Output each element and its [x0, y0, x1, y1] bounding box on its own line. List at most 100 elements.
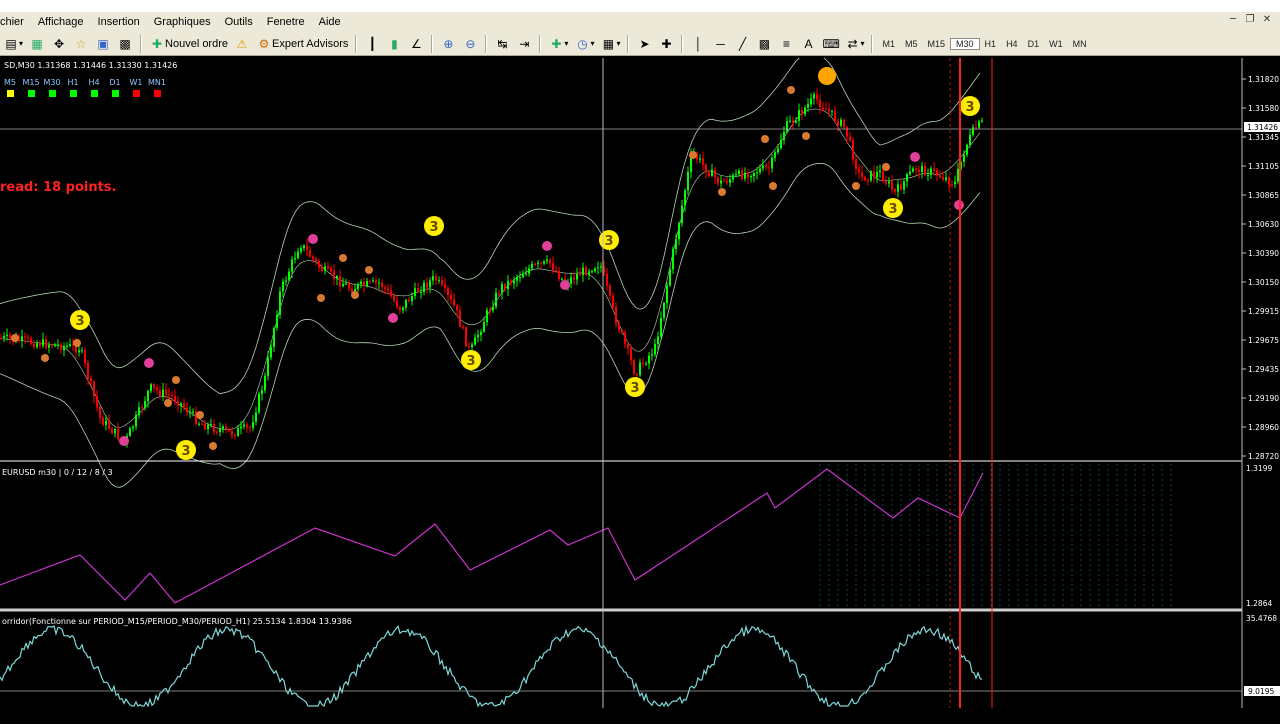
close-icon[interactable]: ✕ — [1260, 13, 1274, 26]
candle-body — [207, 424, 209, 430]
fibonacci-button[interactable]: ≡ — [775, 34, 797, 54]
orange-signal-dot — [196, 411, 204, 419]
candle-body — [291, 259, 293, 272]
candle-body — [570, 277, 572, 284]
price-tick-label: 1.31580 — [1248, 104, 1279, 113]
candle-body — [141, 407, 143, 409]
candle-body — [921, 165, 923, 173]
bar-chart-icon: ┃ — [368, 36, 377, 51]
autoscroll-button[interactable]: ↹ — [491, 34, 513, 54]
candle-body — [279, 291, 281, 315]
candle-body — [387, 288, 389, 291]
candle-body — [855, 159, 857, 169]
periods-button[interactable]: ◷ ▾ — [571, 34, 597, 54]
favorites-button[interactable]: ☆ — [70, 34, 92, 54]
tf-box-label: D1 — [109, 78, 120, 87]
menu-item-aide[interactable]: Aide — [312, 12, 348, 32]
candle-body — [162, 389, 164, 397]
vertical-line-button[interactable]: │ — [687, 34, 709, 54]
candle-body — [840, 119, 842, 126]
channel-button[interactable]: ▩ — [753, 34, 775, 54]
label-button[interactable]: ⌨ — [819, 34, 841, 54]
expert-toggle-button[interactable]: ⚠ — [231, 34, 253, 54]
timeframe-mn-button[interactable]: MN — [1068, 39, 1092, 49]
tf-box-label: MN1 — [148, 78, 166, 87]
candle-chart-button[interactable]: ▮ — [383, 34, 405, 54]
candle-body — [132, 426, 134, 429]
candle-body — [495, 292, 497, 307]
menu-item-insertion[interactable]: Insertion — [91, 12, 147, 32]
menu-item-fenetre[interactable]: Fenetre — [260, 12, 312, 32]
new-order-button[interactable]: ✚ Nouvel ordre — [146, 34, 231, 54]
chart-shift-button[interactable]: ⇥ — [513, 34, 535, 54]
candle-body — [765, 165, 767, 168]
menu-item-graphiques[interactable]: Graphiques — [147, 12, 218, 32]
candle-body — [630, 348, 632, 361]
candle-body — [27, 337, 29, 339]
zoom-out-button[interactable]: ⊖ — [459, 34, 481, 54]
timeframe-w1-button[interactable]: W1 — [1044, 39, 1068, 49]
text-button[interactable]: A — [797, 34, 819, 54]
menu-item-chier[interactable]: chier — [0, 12, 31, 32]
chart-canvas[interactable]: 3 3 3 3 3 3 3 3 1.31820 1.31580 1.31345 1.31105 1.3… — [0, 53, 1280, 720]
candle-body — [438, 279, 440, 281]
candle-icon: ▮ — [391, 36, 398, 51]
restore-icon[interactable]: ❐ — [1243, 13, 1257, 26]
timeframe-m1-button[interactable]: M1 — [877, 39, 900, 49]
menu-item-affichage[interactable]: Affichage — [31, 12, 91, 32]
crosshair-move-button[interactable]: ✥ — [48, 34, 70, 54]
candle-body — [759, 168, 761, 173]
cursor-button[interactable]: ➤ — [633, 34, 655, 54]
minimize-icon[interactable]: ─ — [1226, 13, 1240, 26]
timeframe-m5-button[interactable]: M5 — [900, 39, 923, 49]
timeframe-m15-button[interactable]: M15 — [923, 39, 951, 49]
candle-body — [210, 423, 212, 425]
candle-body — [816, 94, 818, 100]
navigator-button[interactable]: ▩ — [114, 34, 136, 54]
candle-body — [966, 144, 968, 155]
zoom-out-icon: ⊖ — [465, 36, 476, 51]
candle-body — [681, 205, 683, 224]
arrows-button[interactable]: ⇄ ▾ — [841, 34, 867, 54]
expert-advisors-button[interactable]: ⚙ Expert Advisors — [253, 34, 351, 54]
tf-status-box — [28, 90, 35, 97]
horizontal-line-button[interactable]: ─ — [709, 34, 731, 54]
profiles-button[interactable]: ▦ — [26, 34, 48, 54]
title-bar — [0, 0, 1280, 12]
candle-body — [525, 273, 527, 275]
oscillator-line — [0, 624, 983, 708]
timeframe-m30-button[interactable]: M30 — [950, 37, 980, 50]
bar-chart-button[interactable]: ┃ — [361, 34, 383, 54]
candle-body — [705, 164, 707, 173]
candle-body — [294, 258, 296, 260]
chart-area[interactable]: 3 3 3 3 3 3 3 3 1.31820 1.31580 1.31345 1.31105 1.3… — [0, 53, 1280, 720]
candle-body — [918, 170, 920, 173]
timeframe-d1-button[interactable]: D1 — [1023, 39, 1045, 49]
templates-button[interactable]: ▦ ▾ — [597, 34, 623, 54]
market-watch-button[interactable]: ▣ — [92, 34, 114, 54]
candle-body — [717, 177, 719, 184]
candle-body — [981, 120, 983, 122]
candle-body — [150, 384, 152, 391]
line-chart-button[interactable]: ∠ — [405, 34, 427, 54]
candle-body — [528, 268, 530, 274]
orange-signal-dot — [787, 86, 795, 94]
candle-body — [498, 292, 500, 294]
trendline-button[interactable]: ╱ — [731, 34, 753, 54]
candle-body — [144, 401, 146, 408]
chart-shift-icon: ⇥ — [519, 36, 530, 51]
timeframe-h4-button[interactable]: H4 — [1001, 39, 1023, 49]
zoom-in-button[interactable]: ⊕ — [437, 34, 459, 54]
candle-body — [666, 285, 668, 303]
new-chart-button[interactable]: ▤ ▾ — [0, 34, 26, 54]
symbol-info: SD,M30 1.31368 1.31446 1.31330 1.31426 — [4, 61, 177, 70]
price-tick-label: 1.31345 — [1248, 133, 1279, 142]
candle-body — [807, 104, 809, 108]
timeframe-h1-button[interactable]: H1 — [980, 39, 1002, 49]
crosshair-button[interactable]: ✚ — [655, 34, 677, 54]
menu-item-outils[interactable]: Outils — [218, 12, 260, 32]
candle-body — [453, 299, 455, 306]
indicators-button[interactable]: ✚ ▾ — [545, 34, 571, 54]
star-icon: ☆ — [75, 36, 87, 51]
candle-body — [906, 174, 908, 182]
